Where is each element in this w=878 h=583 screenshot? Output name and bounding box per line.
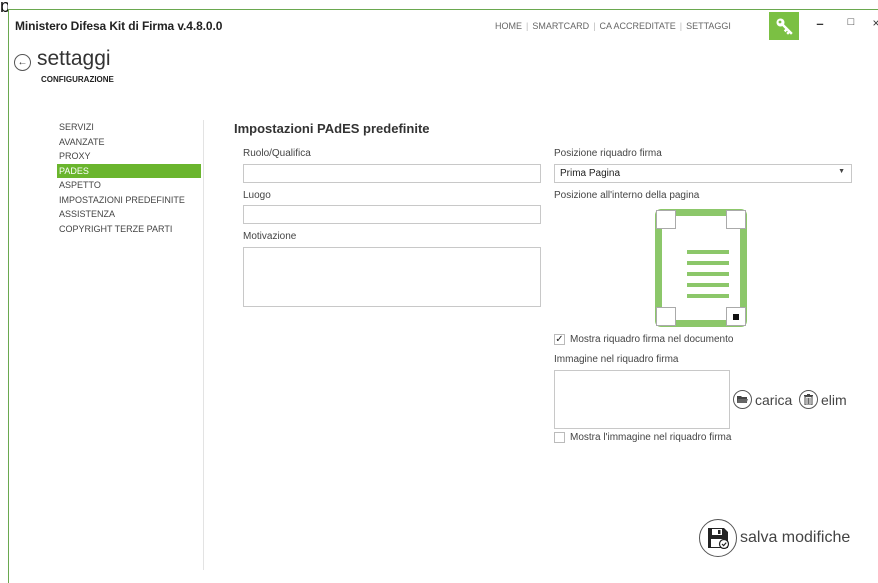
section-title: Impostazioni PAdES predefinite (234, 121, 430, 136)
text-line (687, 272, 729, 276)
sidebar-item-impostazioni-predefinite[interactable]: IMPOSTAZIONI PREDEFINITE (57, 193, 201, 208)
role-input[interactable] (243, 164, 541, 183)
page-subtitle: CONFIGURAZIONE (41, 75, 114, 84)
position-label: Posizione riquadro firma (554, 148, 662, 159)
folder-icon (733, 390, 752, 409)
role-label: Ruolo/Qualifica (243, 148, 311, 159)
title-bar: Ministero Difesa Kit di Firma v.4.8.0.0 … (9, 10, 878, 42)
chevron-down-icon: ▼ (838, 168, 845, 175)
load-image-button[interactable]: carica (733, 390, 792, 409)
corner-top-right[interactable] (726, 210, 746, 229)
reason-textarea[interactable] (243, 247, 541, 307)
save-button[interactable]: salva modifiche (699, 519, 850, 557)
settings-sidebar: SERVIZI AVANZATE PROXY PADES ASPETTO IMP… (57, 120, 201, 236)
save-label: salva modifiche (740, 529, 851, 546)
show-image-checkbox-row[interactable]: Mostra l'immagine nel riquadro firma (554, 432, 731, 443)
key-icon (776, 18, 793, 35)
nav-home[interactable]: HOME (495, 21, 522, 31)
place-input[interactable] (243, 205, 541, 224)
text-line (687, 261, 729, 265)
minimize-button[interactable]: – (813, 16, 827, 31)
reason-label: Motivazione (243, 231, 297, 242)
selected-marker (733, 314, 739, 320)
sidebar-item-servizi[interactable]: SERVIZI (57, 120, 201, 135)
load-image-label: carica (755, 391, 793, 408)
text-line (687, 294, 729, 298)
show-box-checkbox-row[interactable]: ✓ Mostra riquadro firma nel documento (554, 334, 733, 345)
nav-smartcard[interactable]: SMARTCARD (532, 21, 589, 31)
position-select[interactable]: Prima Pagina ▼ (554, 164, 852, 183)
text-line (687, 283, 729, 287)
sidebar-item-avanzate[interactable]: AVANZATE (57, 135, 201, 150)
sidebar-item-copyright[interactable]: COPYRIGHT TERZE PARTI (57, 222, 201, 237)
app-title: Ministero Difesa Kit di Firma v.4.8.0.0 (15, 19, 223, 33)
show-box-checkbox[interactable]: ✓ (554, 334, 565, 345)
show-image-checkbox[interactable] (554, 432, 565, 443)
show-image-label: Mostra l'immagine nel riquadro firma (570, 432, 732, 443)
sidebar-item-assistenza[interactable]: ASSISTENZA (57, 207, 201, 222)
sidebar-item-proxy[interactable]: PROXY (57, 149, 201, 164)
app-window: Ministero Difesa Kit di Firma v.4.8.0.0 … (8, 9, 878, 583)
sidebar-item-pades[interactable]: PADES (57, 163, 201, 178)
close-button[interactable]: × (869, 16, 878, 30)
key-button[interactable] (769, 12, 799, 40)
top-navigation: HOME | SMARTCARD | CA ACCREDITATE | SETTAGGI (495, 21, 731, 31)
arrow-left-icon: ← (17, 57, 28, 68)
maximize-button[interactable]: □ (844, 16, 858, 28)
nav-ca-accreditate[interactable]: CA ACCREDITATE (600, 21, 676, 31)
page-position-label: Posizione all'interno della pagina (554, 190, 700, 201)
position-select-value: Prima Pagina (560, 168, 621, 179)
signature-image-preview (554, 370, 730, 429)
corner-bottom-left[interactable] (656, 307, 676, 326)
floppy-disk-icon (699, 519, 737, 557)
edge-glyph: p (0, 0, 8, 12)
trash-icon (799, 390, 818, 409)
show-box-label: Mostra riquadro firma nel documento (570, 334, 734, 345)
corner-top-left[interactable] (656, 210, 676, 229)
image-label: Immagine nel riquadro firma (554, 354, 679, 365)
page-position-widget (655, 209, 747, 327)
delete-image-label: elim (821, 391, 847, 408)
page-preview (662, 216, 740, 320)
page-title: settaggi (37, 47, 111, 70)
back-button[interactable]: ← (14, 54, 31, 71)
text-line (687, 250, 729, 254)
delete-image-button[interactable]: elim (799, 390, 847, 409)
nav-settaggi[interactable]: SETTAGGI (686, 21, 731, 31)
sidebar-item-aspetto[interactable]: ASPETTO (57, 178, 201, 193)
sidebar-divider (203, 120, 204, 570)
corner-bottom-right[interactable] (726, 307, 746, 326)
place-label: Luogo (243, 190, 271, 201)
